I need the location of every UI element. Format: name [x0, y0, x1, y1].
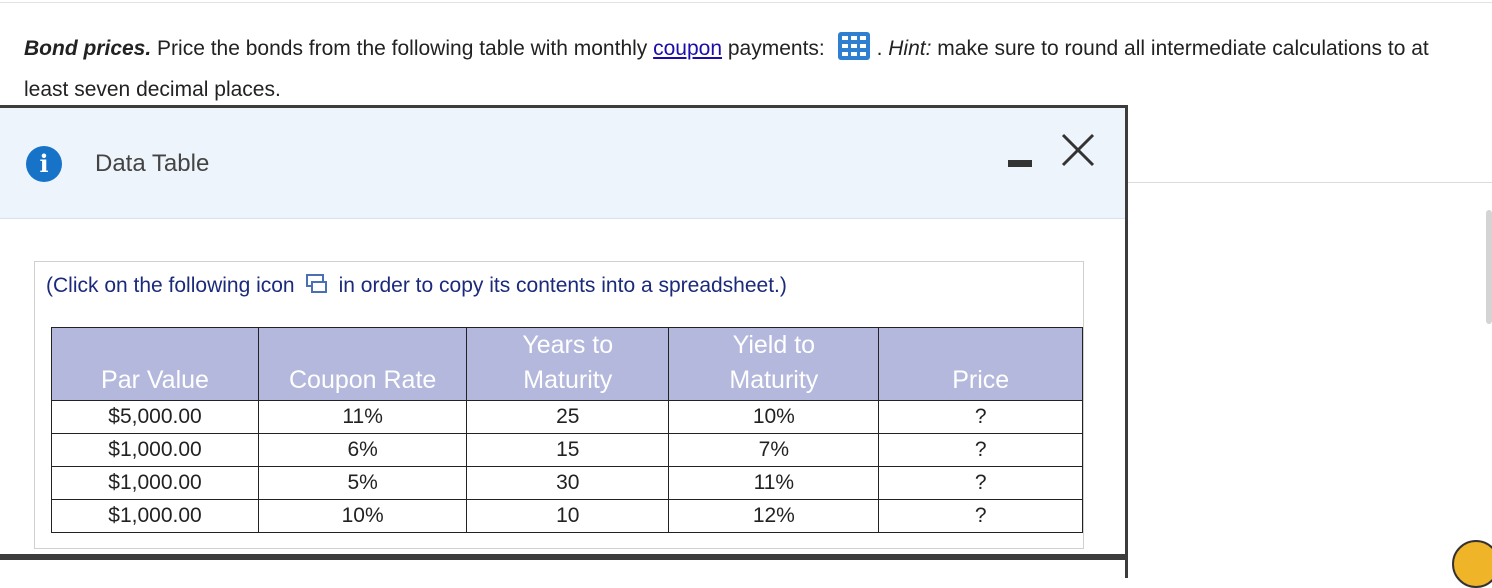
scrollbar[interactable] — [1486, 210, 1492, 324]
copy-note-after: in order to copy its contents into a spr… — [338, 274, 787, 297]
cell-par-value: $5,000.00 — [51, 400, 259, 434]
hint-label: Hint: — [888, 37, 932, 60]
question-title: Bond prices. — [24, 37, 152, 60]
cell-coupon-rate: 5% — [257, 466, 468, 500]
top-border — [0, 2, 1492, 3]
cell-yield: 12% — [668, 499, 880, 533]
table-row: $1,000.00 5% 30 11% ? — [51, 466, 1083, 500]
cell-price: ? — [878, 433, 1083, 467]
minimize-button[interactable] — [1006, 146, 1034, 176]
cell-price: ? — [878, 466, 1083, 500]
table-row: $1,000.00 10% 10 12% ? — [51, 499, 1083, 533]
cell-par-value: $1,000.00 — [51, 433, 259, 467]
table-row: $1,000.00 6% 15 7% ? — [51, 433, 1083, 467]
cell-yield: 11% — [668, 466, 880, 500]
cell-coupon-rate: 6% — [257, 433, 468, 467]
cell-years: 25 — [466, 400, 670, 434]
copy-note-before: (Click on the following icon — [46, 274, 295, 297]
table-row: $5,000.00 11% 25 10% ? — [51, 400, 1083, 434]
bond-data-table: Par Value Coupon Rate Years to Maturity Y… — [51, 327, 1083, 533]
question-body: Price the bonds from the following table… — [151, 37, 654, 60]
dialog-header: i Data Table — [0, 108, 1125, 219]
header-par-value: Par Value — [51, 327, 259, 401]
help-badge[interactable] — [1452, 540, 1492, 588]
data-table-dialog: i Data Table (Click on the following ico… — [0, 105, 1128, 578]
dialog-title: Data Table — [95, 150, 210, 177]
dialog-bottom-edge — [0, 554, 1125, 560]
close-icon — [1061, 133, 1095, 167]
cell-years: 15 — [466, 433, 670, 467]
cell-price: ? — [878, 400, 1083, 434]
cell-par-value: $1,000.00 — [51, 466, 259, 500]
header-coupon-rate: Coupon Rate — [257, 327, 468, 401]
cell-coupon-rate: 11% — [257, 400, 468, 434]
question-body-2: payments: — [722, 37, 831, 60]
close-button[interactable] — [1058, 130, 1098, 170]
coupon-link[interactable]: coupon — [653, 37, 722, 60]
info-icon: i — [26, 146, 62, 182]
table-header-row: Par Value Coupon Rate Years to Maturity Y… — [51, 327, 1083, 401]
data-table-panel: (Click on the following icon in order to… — [34, 261, 1084, 549]
header-yield-to-maturity: Yield to Maturity — [668, 327, 880, 401]
divider — [1128, 182, 1492, 183]
cell-years: 10 — [466, 499, 670, 533]
question-period: . — [876, 37, 889, 60]
header-years-to-maturity: Years to Maturity — [466, 327, 670, 401]
cell-price: ? — [878, 499, 1083, 533]
header-price: Price — [878, 327, 1083, 401]
cell-par-value: $1,000.00 — [51, 499, 259, 533]
question-text: Bond prices. Price the bonds from the fo… — [24, 28, 1474, 110]
cell-years: 30 — [466, 466, 670, 500]
copy-instruction: (Click on the following icon in order to… — [46, 274, 787, 298]
cell-yield: 7% — [668, 433, 880, 467]
data-table-icon[interactable] — [837, 31, 871, 61]
cell-coupon-rate: 10% — [257, 499, 468, 533]
cell-yield: 10% — [668, 400, 880, 434]
minimize-icon — [1008, 160, 1032, 167]
copy-to-spreadsheet-icon[interactable] — [303, 273, 329, 295]
